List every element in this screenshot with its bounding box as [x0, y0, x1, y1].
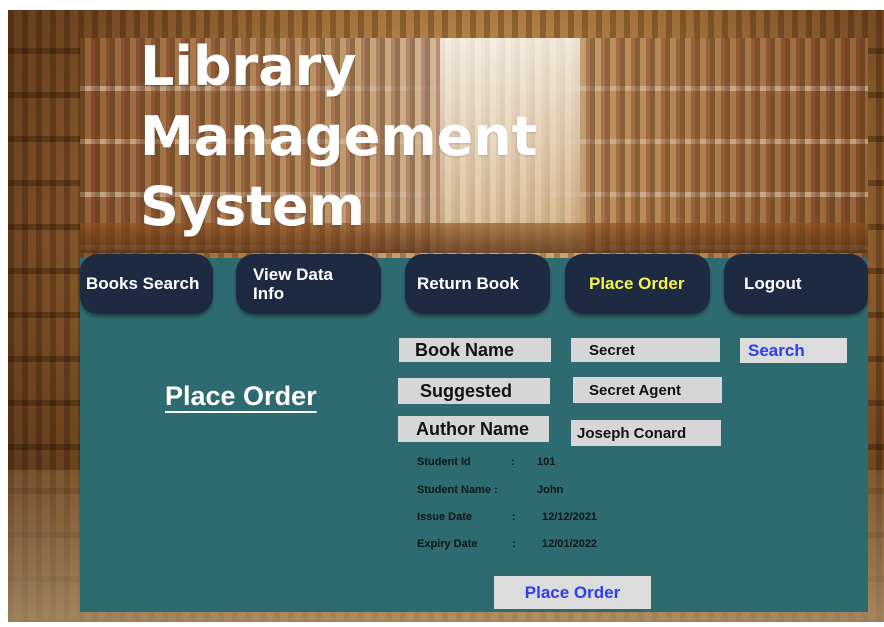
- expiry-date-separator: :: [512, 538, 516, 550]
- nav-place-order-button[interactable]: Place Order: [565, 254, 710, 314]
- issue-date-separator: :: [512, 511, 516, 523]
- suggested-field[interactable]: Secret Agent: [573, 377, 722, 403]
- book-name-field[interactable]: Secret: [571, 338, 720, 362]
- nav-books-search-label: Books Search: [86, 274, 200, 293]
- author-name-label: Author Name: [398, 416, 549, 442]
- nav-view-data-info-label: View Data Info: [253, 265, 334, 303]
- student-id-value: 101: [537, 456, 556, 468]
- student-id-separator: :: [511, 456, 515, 468]
- nav-return-book-button[interactable]: Return Book: [405, 254, 550, 314]
- issue-date-label: Issue Date: [417, 511, 473, 523]
- expiry-date-value: 12/01/2022: [542, 538, 598, 550]
- suggested-label: Suggested: [398, 378, 550, 404]
- nav-view-data-info-button[interactable]: View Data Info: [236, 254, 381, 314]
- page-title: Place Order: [165, 381, 317, 411]
- nav-logout-label: Logout: [744, 274, 802, 293]
- student-id-label: Student Id: [417, 456, 471, 468]
- app-title-line-3: System: [140, 175, 365, 238]
- nav-books-search-button[interactable]: Books Search: [80, 254, 213, 314]
- student-name-label: Student Name :: [417, 484, 498, 496]
- expiry-date-label: Expiry Date: [417, 538, 478, 550]
- app-title: Library Management System: [140, 32, 580, 242]
- app-title-line-2: Management: [140, 105, 538, 168]
- search-button[interactable]: Search: [740, 338, 847, 363]
- issue-date-value: 12/12/2021: [542, 511, 598, 523]
- author-name-field[interactable]: Joseph Conard: [571, 420, 721, 446]
- place-order-button[interactable]: Place Order: [494, 576, 651, 609]
- app-title-line-1: Library: [140, 35, 357, 98]
- book-name-label: Book Name: [399, 338, 551, 362]
- student-name-value: John: [537, 484, 564, 496]
- nav-place-order-label: Place Order: [589, 274, 685, 293]
- nav-logout-button[interactable]: Logout: [724, 254, 868, 314]
- nav-return-book-label: Return Book: [417, 274, 519, 293]
